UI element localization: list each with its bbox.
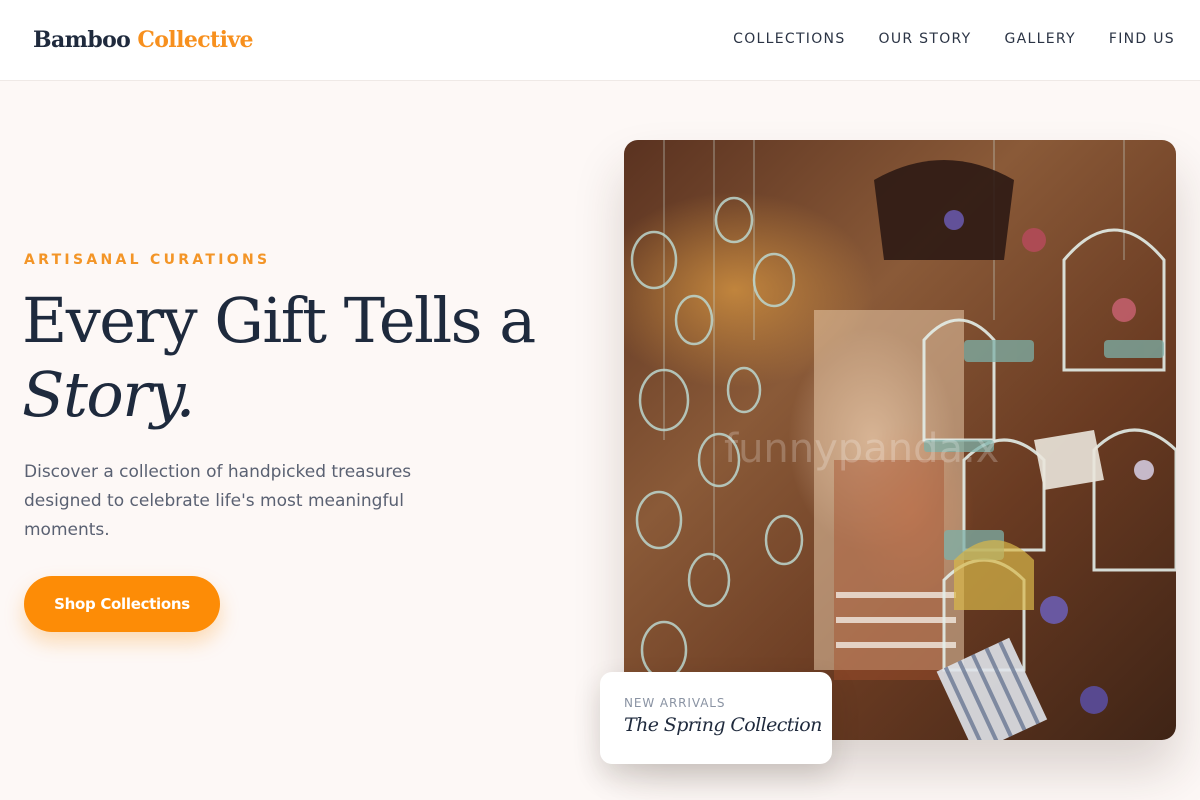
- nav-link-gallery[interactable]: GALLERY: [1005, 31, 1076, 47]
- site-header: Bamboo Collective COLLECTIONS OUR STORY …: [0, 0, 1200, 81]
- brand-logo[interactable]: Bamboo Collective: [33, 27, 254, 53]
- hero-photo: funnypanda.x: [624, 140, 1176, 740]
- hero-headline: Every Gift Tells a Story.: [22, 284, 612, 432]
- spring-collection-card[interactable]: NEW ARRIVALS The Spring Collection: [600, 672, 832, 764]
- card-label: NEW ARRIVALS: [624, 696, 726, 710]
- nav-link-collections[interactable]: COLLECTIONS: [733, 31, 845, 47]
- nav-link-our-story[interactable]: OUR STORY: [879, 31, 972, 47]
- photo-watermark: funnypanda.x: [724, 426, 999, 472]
- card-title: The Spring Collection: [624, 714, 822, 736]
- shop-collections-button[interactable]: Shop Collections: [24, 576, 220, 632]
- hero-headline-line1: Every Gift Tells a: [22, 284, 536, 357]
- hero-headline-line2: Story.: [22, 358, 195, 431]
- hero-description: Discover a collection of handpicked trea…: [24, 462, 412, 540]
- nav-link-find-us[interactable]: FIND US: [1109, 31, 1175, 47]
- hero-eyebrow: ARTISANAL CURATIONS: [24, 252, 271, 268]
- main-nav: COLLECTIONS OUR STORY GALLERY FIND US: [733, 31, 1175, 47]
- birdcages-illustration: funnypanda.x: [630, 140, 1176, 740]
- brand-name-accent: Collective: [137, 27, 253, 53]
- brand-name-primary: Bamboo: [33, 27, 131, 53]
